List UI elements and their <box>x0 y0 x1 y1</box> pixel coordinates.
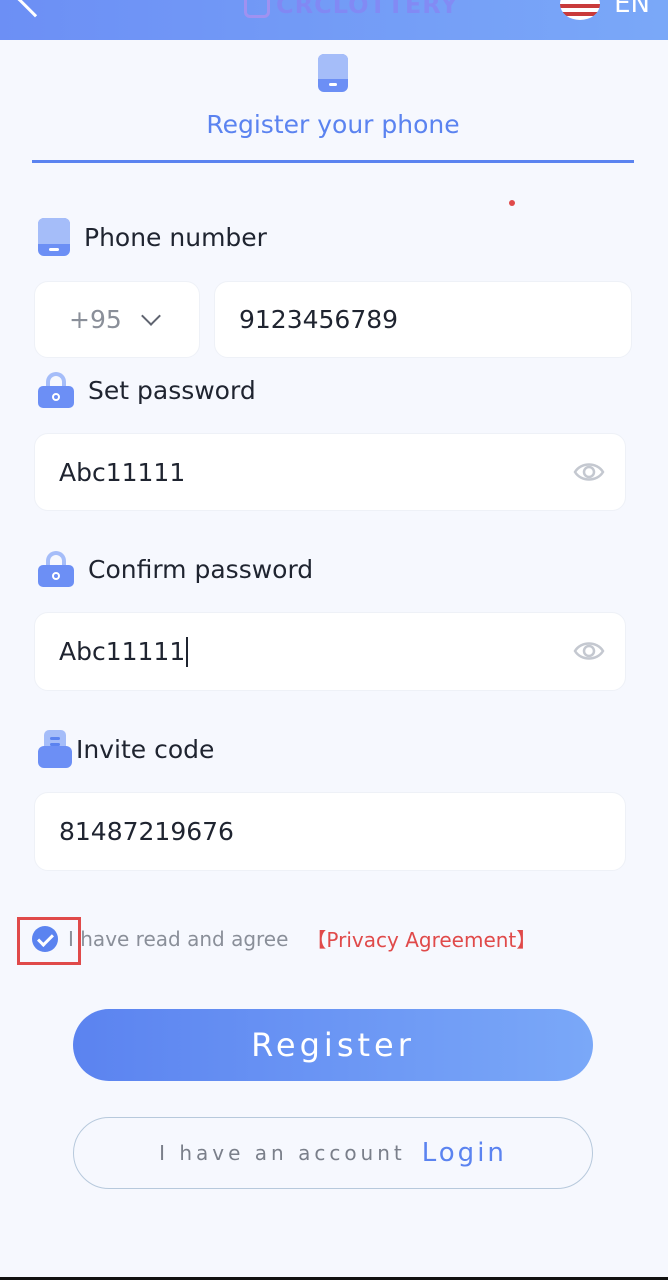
language-label: EN <box>614 0 650 19</box>
register-phone-tab[interactable]: Register your phone <box>32 54 634 164</box>
tab-underline <box>32 160 634 163</box>
brand-mark-icon <box>244 0 270 18</box>
text-caret <box>186 636 189 667</box>
confirm-password-label-row: Confirm password <box>38 551 313 587</box>
eye-icon[interactable] <box>573 460 605 484</box>
country-code-value: +95 <box>69 305 122 334</box>
confirm-password-label: Confirm password <box>88 554 314 584</box>
language-switcher[interactable]: EN <box>560 0 650 20</box>
agreement-text: I have read and agree <box>68 926 289 951</box>
register-button[interactable]: Register <box>73 1009 593 1081</box>
confirm-password-input[interactable]: Abc11111 <box>34 612 626 691</box>
phone-input[interactable]: 9123456789 <box>214 281 632 358</box>
phone-label-row: Phone number <box>38 218 267 256</box>
country-code-select[interactable]: +95 <box>34 281 200 358</box>
phone-label: Phone number <box>84 222 267 252</box>
chevron-down-icon <box>140 305 161 326</box>
privacy-agreement-link[interactable]: 【Privacy Agreement】 <box>306 924 536 953</box>
phone-icon <box>318 54 348 92</box>
password-label-row: Set password <box>38 372 256 408</box>
phone-icon <box>38 218 70 256</box>
invite-code-input[interactable]: 81487219676 <box>34 792 626 871</box>
tab-title: Register your phone <box>206 110 460 139</box>
agreement-row: I have read and agree 【Privacy Agreement… <box>32 924 536 953</box>
checkbox-highlight <box>17 917 81 965</box>
brand-logo: CRCLOTTERY <box>244 0 459 20</box>
login-prompt: I have an account <box>159 1141 406 1165</box>
invite-icon <box>38 730 72 768</box>
password-label: Set password <box>88 375 256 405</box>
eye-icon[interactable] <box>573 639 605 663</box>
back-arrow-icon[interactable] <box>16 0 54 18</box>
lock-icon <box>38 372 74 408</box>
brand-name: CRCLOTTERY <box>276 0 459 19</box>
invite-label: Invite code <box>76 734 215 764</box>
login-link[interactable]: Login <box>422 1138 507 1168</box>
top-bar: CRCLOTTERY EN <box>0 0 668 40</box>
red-dot <box>509 200 515 206</box>
confirm-password-value: Abc11111 <box>59 637 186 666</box>
login-button[interactable]: I have an account Login <box>73 1117 593 1189</box>
us-flag-icon <box>560 0 601 20</box>
invite-label-row: Invite code <box>38 730 214 768</box>
password-input[interactable]: Abc11111 <box>34 433 626 511</box>
invite-code-value: 81487219676 <box>59 817 234 846</box>
lock-icon <box>38 551 74 587</box>
phone-value: 9123456789 <box>239 305 399 334</box>
password-value: Abc11111 <box>59 457 186 487</box>
